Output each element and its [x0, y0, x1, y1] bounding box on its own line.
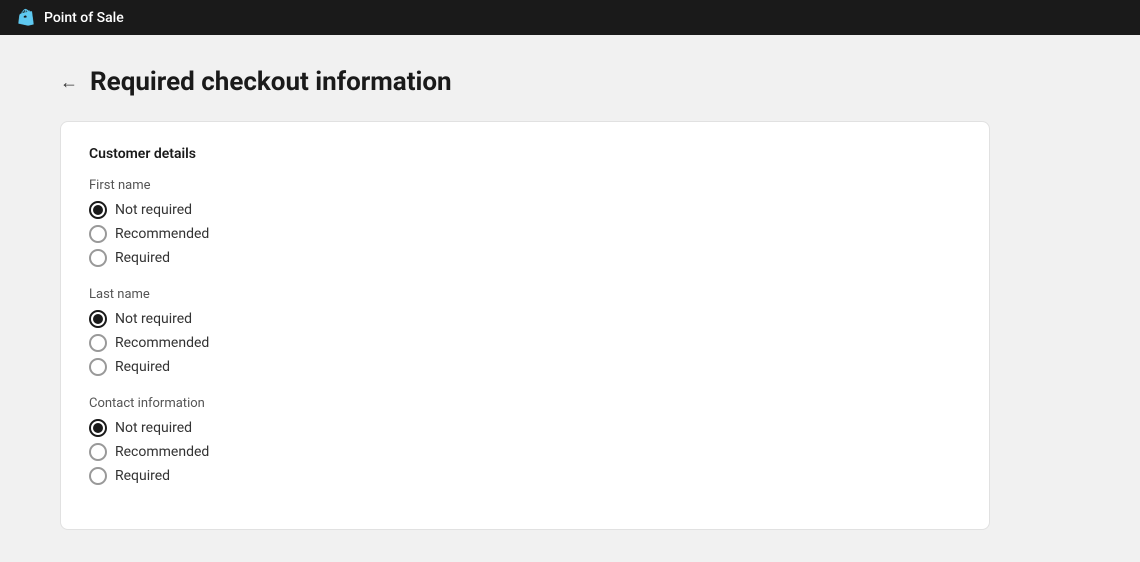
contact-info-not-required-label: Not required: [115, 420, 192, 436]
contact-info-not-required-radio[interactable]: [89, 419, 107, 437]
first-name-not-required-label: Not required: [115, 202, 192, 218]
last-name-required-radio[interactable]: [89, 358, 107, 376]
contact-info-recommended-label: Recommended: [115, 444, 209, 460]
page-title: Required checkout information: [90, 67, 452, 97]
first-name-not-required-radio[interactable]: [89, 201, 107, 219]
page-header: ← Required checkout information: [60, 67, 1080, 97]
contact-info-recommended-option[interactable]: Recommended: [89, 443, 961, 461]
first-name-recommended-option[interactable]: Recommended: [89, 225, 961, 243]
first-name-required-radio[interactable]: [89, 249, 107, 267]
contact-info-required-radio[interactable]: [89, 467, 107, 485]
contact-info-not-required-option[interactable]: Not required: [89, 419, 961, 437]
last-name-not-required-label: Not required: [115, 311, 192, 327]
last-name-label: Last name: [89, 287, 961, 302]
first-name-recommended-label: Recommended: [115, 226, 209, 242]
first-name-recommended-radio[interactable]: [89, 225, 107, 243]
last-name-not-required-radio[interactable]: [89, 310, 107, 328]
shopify-icon: [16, 8, 36, 28]
nav-title: Point of Sale: [44, 10, 124, 26]
last-name-required-option[interactable]: Required: [89, 358, 961, 376]
card: Customer details First name Not required…: [60, 121, 990, 530]
first-name-required-option[interactable]: Required: [89, 249, 961, 267]
last-name-not-required-option[interactable]: Not required: [89, 310, 961, 328]
first-name-label: First name: [89, 178, 961, 193]
last-name-recommended-label: Recommended: [115, 335, 209, 351]
first-name-group: First name Not required Recommended Requ…: [89, 178, 961, 267]
first-name-not-required-option[interactable]: Not required: [89, 201, 961, 219]
contact-info-required-label: Required: [115, 468, 170, 484]
main-content: ← Required checkout information Customer…: [0, 35, 1140, 562]
contact-info-group: Contact information Not required Recomme…: [89, 396, 961, 485]
section-title: Customer details: [89, 146, 961, 162]
last-name-recommended-radio[interactable]: [89, 334, 107, 352]
contact-info-required-option[interactable]: Required: [89, 467, 961, 485]
last-name-required-label: Required: [115, 359, 170, 375]
contact-info-label: Contact information: [89, 396, 961, 411]
contact-info-recommended-radio[interactable]: [89, 443, 107, 461]
last-name-group: Last name Not required Recommended Requi…: [89, 287, 961, 376]
last-name-recommended-option[interactable]: Recommended: [89, 334, 961, 352]
back-button[interactable]: ←: [60, 72, 78, 93]
first-name-required-label: Required: [115, 250, 170, 266]
top-nav: Point of Sale: [0, 0, 1140, 35]
